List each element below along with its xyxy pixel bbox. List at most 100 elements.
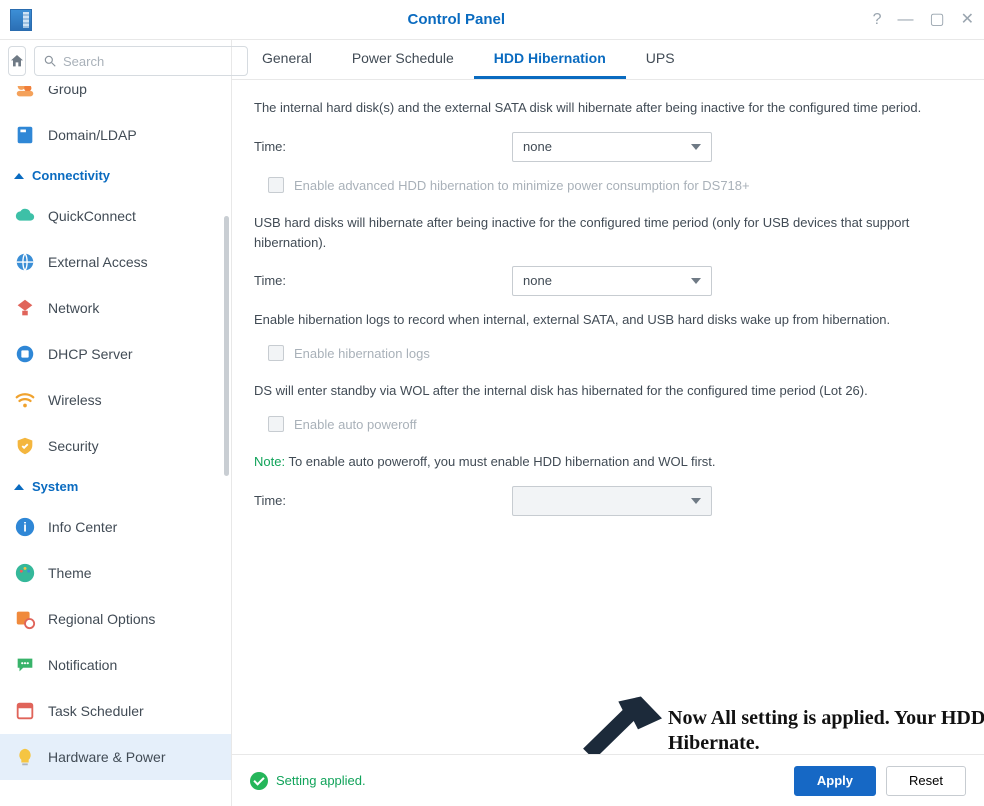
calendar-icon: [14, 700, 36, 722]
book-icon: [14, 124, 36, 146]
maximize-icon[interactable]: ▢: [929, 12, 944, 28]
sidebar-item-task-scheduler[interactable]: Task Scheduler: [0, 688, 231, 734]
palette-icon: [14, 562, 36, 584]
sidebar-item-notification[interactable]: Notification: [0, 642, 231, 688]
sidebar-item-label: Notification: [48, 657, 117, 673]
time1-select[interactable]: none: [512, 132, 712, 162]
cloud-icon: [14, 205, 36, 227]
tab-general[interactable]: General: [242, 40, 332, 79]
section-header-system[interactable]: System: [0, 469, 231, 504]
sidebar-item-domain-ldap[interactable]: Domain/LDAP: [0, 112, 231, 158]
sidebar-item-network[interactable]: Network: [0, 285, 231, 331]
sidebar-scrollbar[interactable]: [224, 216, 229, 476]
chat-icon: [14, 654, 36, 676]
wifi-icon: [14, 389, 36, 411]
tab-power-schedule[interactable]: Power Schedule: [332, 40, 474, 79]
internal-description: The internal hard disk(s) and the extern…: [254, 98, 962, 118]
time2-value: none: [523, 271, 552, 291]
help-icon[interactable]: ?: [873, 12, 882, 28]
footer: Setting applied. Apply Reset: [232, 754, 984, 806]
sidebar-item-label: Group: [48, 86, 87, 97]
time-label: Time:: [254, 137, 512, 157]
sidebar-item-label: QuickConnect: [48, 208, 136, 224]
time3-row: Time:: [254, 486, 962, 516]
time-label: Time:: [254, 491, 512, 511]
sidebar-item-label: Network: [48, 300, 99, 316]
auto-poweroff-row: Enable auto poweroff: [268, 415, 962, 435]
section-header-connectivity[interactable]: Connectivity: [0, 158, 231, 193]
window-title: Control Panel: [40, 11, 873, 28]
search-input-wrapper[interactable]: [34, 46, 248, 76]
note-body: To enable auto poweroff, you must enable…: [285, 454, 715, 469]
apply-button[interactable]: Apply: [794, 766, 876, 796]
time2-select[interactable]: none: [512, 266, 712, 296]
tab-ups[interactable]: UPS: [626, 40, 695, 79]
info-icon: i: [14, 516, 36, 538]
chevron-up-icon: [14, 173, 24, 179]
calendar-clock-icon: [14, 608, 36, 630]
adv-hibernation-row: Enable advanced HDD hibernation to minim…: [268, 176, 962, 196]
sidebar-item-label: DHCP Server: [48, 346, 133, 362]
time2-row: Time: none: [254, 266, 962, 296]
sidebar: Group Domain/LDAP Connectivity Q: [0, 40, 232, 806]
sidebar-item-regional-options[interactable]: Regional Options: [0, 596, 231, 642]
time3-select: [512, 486, 712, 516]
sidebar-item-label: Domain/LDAP: [48, 127, 137, 143]
sidebar-scroll: Group Domain/LDAP Connectivity Q: [0, 86, 231, 806]
sidebar-item-info-center[interactable]: i Info Center: [0, 504, 231, 550]
sidebar-item-hardware-power[interactable]: Hardware & Power: [0, 734, 231, 780]
status-text: Setting applied.: [276, 773, 366, 788]
main-panel: General Power Schedule HDD Hibernation U…: [232, 40, 984, 806]
window-controls: ? — ▢ ✕: [873, 12, 974, 28]
sidebar-item-external-access[interactable]: External Access: [0, 239, 231, 285]
window-titlebar: Control Panel ? — ▢ ✕: [0, 0, 984, 40]
adv-hibernation-checkbox[interactable]: [268, 177, 284, 193]
reset-button[interactable]: Reset: [886, 766, 966, 796]
adv-hibernation-label: Enable advanced HDD hibernation to minim…: [294, 176, 750, 196]
logs-row: Enable hibernation logs: [268, 344, 962, 364]
sidebar-item-label: Security: [48, 438, 99, 454]
search-icon: [43, 54, 57, 68]
logs-checkbox[interactable]: [268, 345, 284, 361]
sidebar-item-security[interactable]: Security: [0, 423, 231, 469]
sidebar-item-quickconnect[interactable]: QuickConnect: [0, 193, 231, 239]
section-label: System: [32, 479, 78, 494]
minimize-icon[interactable]: —: [897, 12, 913, 28]
section-label: Connectivity: [32, 168, 110, 183]
sidebar-item-label: External Access: [48, 254, 148, 270]
sidebar-item-dhcp-server[interactable]: DHCP Server: [0, 331, 231, 377]
tab-hdd-hibernation[interactable]: HDD Hibernation: [474, 40, 626, 79]
time-label: Time:: [254, 271, 512, 291]
tab-content: The internal hard disk(s) and the extern…: [232, 80, 984, 806]
svg-text:i: i: [23, 520, 27, 535]
sidebar-item-label: Wireless: [48, 392, 102, 408]
auto-poweroff-checkbox[interactable]: [268, 416, 284, 432]
globe-icon: [14, 251, 36, 273]
group-icon: [14, 86, 36, 100]
note: Note: To enable auto poweroff, you must …: [254, 452, 962, 472]
standby-description: DS will enter standby via WOL after the …: [254, 381, 962, 401]
time1-value: none: [523, 137, 552, 157]
search-input[interactable]: [63, 54, 239, 69]
auto-poweroff-label: Enable auto poweroff: [294, 415, 417, 435]
status-applied: Setting applied.: [250, 772, 366, 790]
server-icon: [14, 343, 36, 365]
network-icon: [14, 297, 36, 319]
app-icon: [10, 9, 32, 31]
logs-label: Enable hibernation logs: [294, 344, 430, 364]
note-prefix: Note:: [254, 454, 285, 469]
sidebar-item-wireless[interactable]: Wireless: [0, 377, 231, 423]
sidebar-item-label: Info Center: [48, 519, 117, 535]
shield-icon: [14, 435, 36, 457]
time1-row: Time: none: [254, 132, 962, 162]
sidebar-item-label: Regional Options: [48, 611, 155, 627]
chevron-down-icon: [691, 144, 701, 150]
home-button[interactable]: [8, 46, 26, 76]
bulb-icon: [14, 746, 36, 768]
close-icon[interactable]: ✕: [961, 12, 974, 28]
logs-description: Enable hibernation logs to record when i…: [254, 310, 962, 330]
tabs: General Power Schedule HDD Hibernation U…: [232, 40, 984, 80]
sidebar-item-theme[interactable]: Theme: [0, 550, 231, 596]
sidebar-item-group[interactable]: Group: [0, 86, 231, 112]
usb-description: USB hard disks will hibernate after bein…: [254, 213, 962, 252]
